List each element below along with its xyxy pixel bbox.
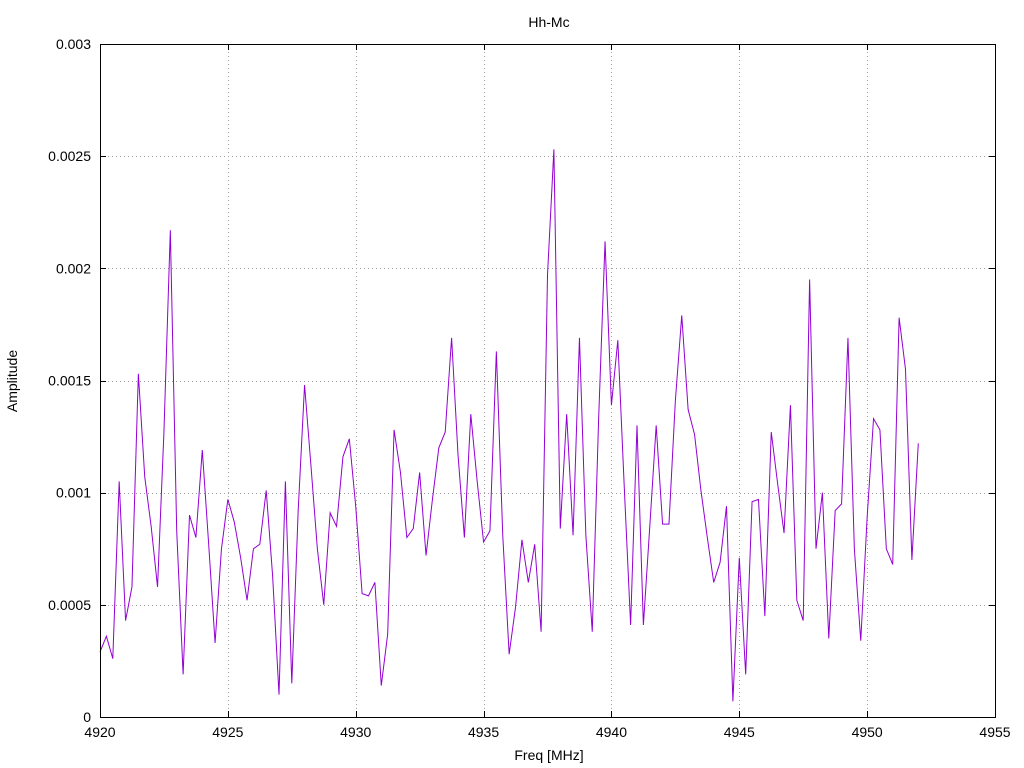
x-tick-label: 4925 bbox=[212, 724, 243, 740]
x-tick-label: 4935 bbox=[468, 724, 499, 740]
chart-title: Hh-Mc bbox=[528, 14, 569, 30]
x-tick-label: 4945 bbox=[724, 724, 755, 740]
x-tick-label: 4955 bbox=[979, 724, 1010, 740]
x-tick-label: 4920 bbox=[84, 724, 115, 740]
y-tick-label: 0 bbox=[83, 709, 91, 725]
chart: 4920 4925 4930 4935 4940 4945 4950 4955 0 0.0005 0… bbox=[0, 0, 1024, 768]
y-tick-label: 0.0025 bbox=[48, 148, 91, 164]
y-tick-label: 0.002 bbox=[56, 260, 91, 276]
x-axis-title: Freq [MHz] bbox=[514, 747, 583, 763]
x-tick-label: 4930 bbox=[340, 724, 371, 740]
y-axis-title: Amplitude bbox=[4, 350, 20, 412]
x-tick-label: 4940 bbox=[596, 724, 627, 740]
y-tick-label: 0.0005 bbox=[48, 597, 91, 613]
y-tick-label: 0.003 bbox=[56, 36, 91, 52]
x-tick-label: 4950 bbox=[852, 724, 883, 740]
chart-background bbox=[0, 0, 1024, 768]
y-tick-label: 0.0015 bbox=[48, 373, 91, 389]
y-tick-label: 0.001 bbox=[56, 485, 91, 501]
